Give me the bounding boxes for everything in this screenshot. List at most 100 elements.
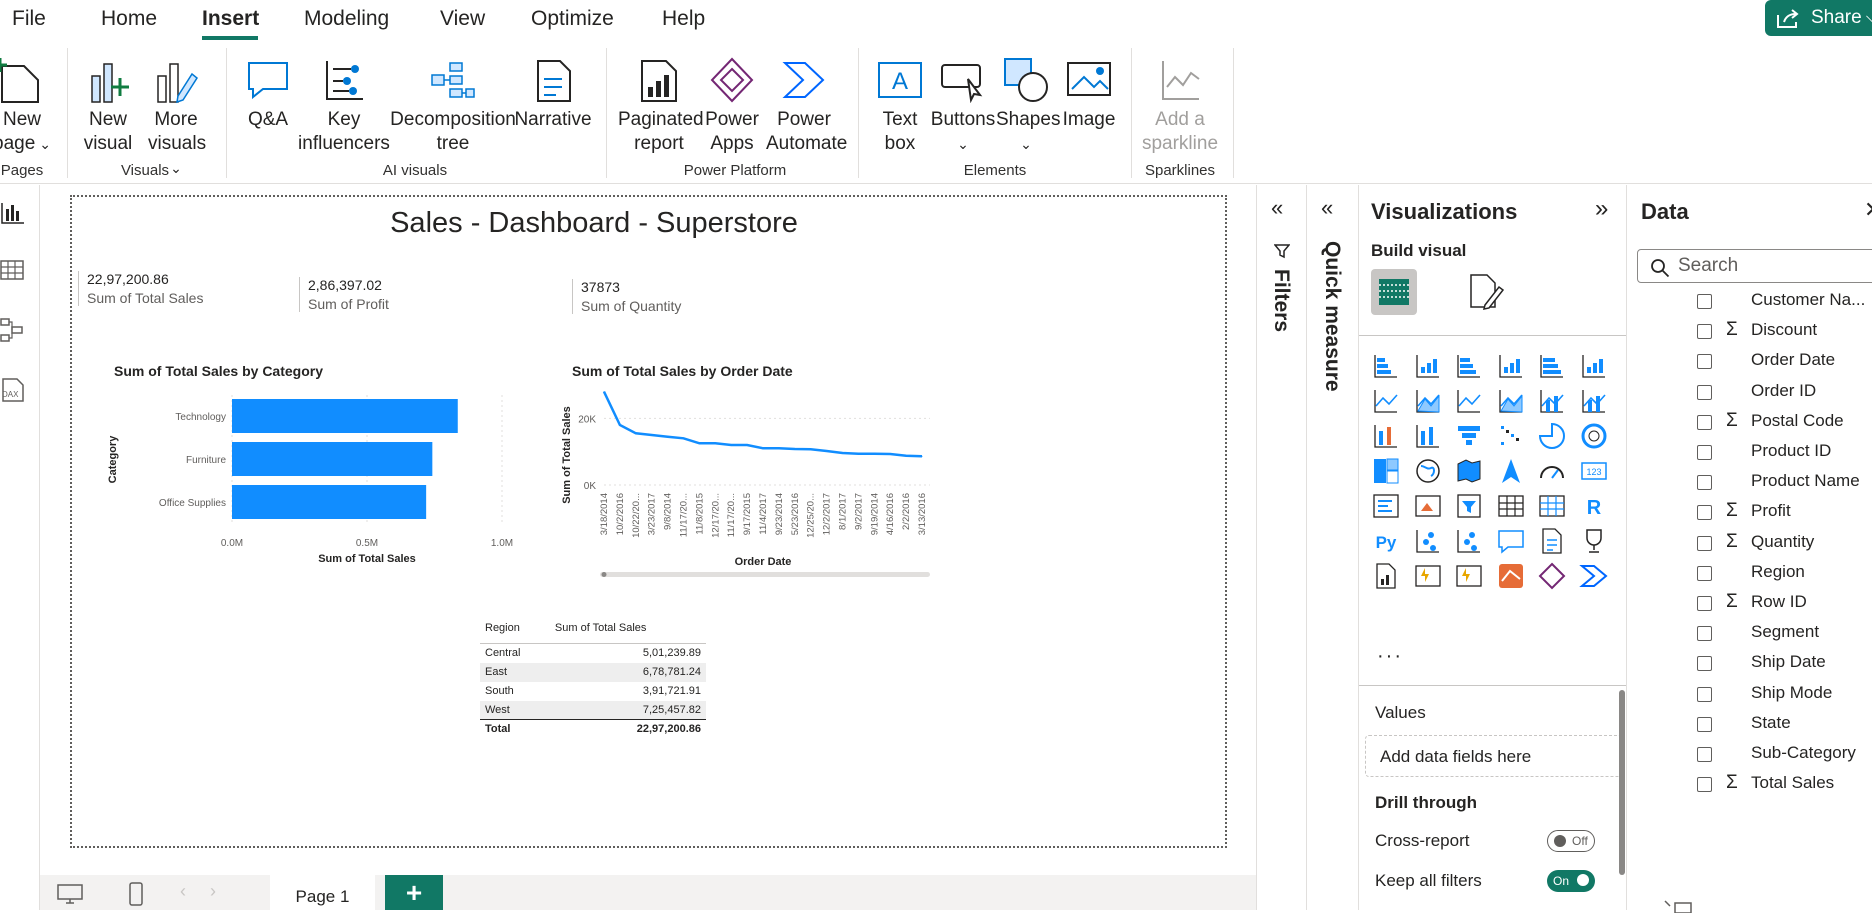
values-field-well[interactable]: Add data fields here bbox=[1365, 735, 1622, 777]
slicer-visual-icon[interactable] bbox=[1454, 491, 1484, 521]
paginated-visual-icon[interactable] bbox=[1371, 561, 1401, 591]
field-checkbox[interactable] bbox=[1697, 324, 1712, 340]
stacked-bar-visual-icon[interactable] bbox=[1371, 351, 1401, 381]
new-card-visual-icon[interactable] bbox=[1413, 561, 1443, 591]
qa-visual-icon[interactable] bbox=[1496, 526, 1526, 556]
arcgis-visual-icon[interactable] bbox=[1496, 561, 1526, 591]
table-view-icon[interactable] bbox=[0, 257, 26, 283]
field-row[interactable]: Σ Discount bbox=[1627, 316, 1872, 346]
buttons-button[interactable]: Buttons ⌄ bbox=[930, 52, 996, 156]
table-header-sales[interactable]: Sum of Total Sales bbox=[549, 617, 706, 644]
stacked-column-visual-icon[interactable] bbox=[1413, 351, 1443, 381]
model-view-icon[interactable] bbox=[0, 317, 26, 343]
100-bar-visual-icon[interactable] bbox=[1537, 351, 1567, 381]
key-influencers-button[interactable]: Key influencers bbox=[298, 52, 390, 156]
field-row[interactable]: Ship Mode bbox=[1627, 679, 1872, 709]
filters-pane-collapsed[interactable]: « Filters bbox=[1256, 185, 1306, 910]
narrative-visual-icon[interactable] bbox=[1537, 526, 1567, 556]
field-row[interactable]: Order Date bbox=[1627, 346, 1872, 376]
field-checkbox[interactable] bbox=[1697, 747, 1712, 762]
funnel-visual-icon[interactable] bbox=[1454, 421, 1484, 451]
map-visual-icon[interactable] bbox=[1413, 456, 1443, 486]
field-row[interactable]: Product ID bbox=[1627, 437, 1872, 467]
line-visual-icon[interactable] bbox=[1371, 386, 1401, 416]
field-checkbox[interactable] bbox=[1697, 294, 1712, 309]
field-checkbox[interactable] bbox=[1697, 686, 1712, 702]
field-checkbox[interactable] bbox=[1697, 596, 1712, 611]
area-visual-icon[interactable] bbox=[1413, 386, 1443, 416]
shapes-button[interactable]: Shapes ⌄ bbox=[996, 52, 1060, 156]
bar-chart[interactable]: 0.0M 0.5M 1.0M Technology Furniture Office Su… bbox=[102, 385, 522, 615]
close-icon[interactable]: ✕ bbox=[1864, 197, 1872, 223]
add-sparkline-button[interactable]: Add a sparkline bbox=[1140, 52, 1220, 156]
clustered-bar-visual-icon[interactable] bbox=[1454, 351, 1484, 381]
python-visual-icon[interactable]: Py bbox=[1371, 526, 1401, 556]
gauge-visual-icon[interactable] bbox=[1537, 456, 1567, 486]
more-visuals-dots[interactable]: ··· bbox=[1377, 645, 1403, 668]
ribbon-visual-icon[interactable] bbox=[1371, 421, 1401, 451]
field-row[interactable]: Σ Total Sales bbox=[1627, 769, 1872, 799]
menu-modeling[interactable]: Modeling bbox=[304, 7, 389, 31]
expand-filters-icon[interactable]: « bbox=[1271, 195, 1283, 221]
line-chart[interactable]: 0K 20K 3/18/2014 10/2/2016 10/22/20... 3/23/2… bbox=[562, 385, 1092, 613]
page-tab-page-1[interactable]: Page 1 bbox=[270, 875, 375, 910]
filled-map-visual-icon[interactable] bbox=[1454, 456, 1484, 486]
image-button[interactable]: Image bbox=[1060, 52, 1118, 132]
power-automate-visual-icon[interactable] bbox=[1578, 561, 1609, 591]
more-visuals-button[interactable]: More visuals ⌄ bbox=[148, 52, 206, 180]
field-checkbox[interactable] bbox=[1697, 445, 1712, 460]
dax-query-view-icon[interactable]: DAX bbox=[0, 377, 26, 403]
power-apps-visual-icon[interactable] bbox=[1537, 561, 1567, 591]
menu-help[interactable]: Help bbox=[662, 7, 705, 31]
field-checkbox[interactable] bbox=[1697, 354, 1712, 370]
matrix-visual-icon[interactable] bbox=[1537, 491, 1567, 521]
new-visual-button[interactable]: New visual bbox=[80, 52, 136, 156]
stacked-area-visual-icon[interactable] bbox=[1454, 386, 1484, 416]
waterfall-visual-icon[interactable] bbox=[1413, 421, 1443, 451]
format-visual-icon[interactable] bbox=[1465, 271, 1505, 311]
field-checkbox[interactable] bbox=[1697, 777, 1712, 793]
field-checkbox[interactable] bbox=[1697, 475, 1712, 491]
decomposition-tree-button[interactable]: Decomposition tree bbox=[390, 52, 516, 156]
field-row[interactable]: Sub-Category bbox=[1627, 739, 1872, 769]
narrative-button[interactable]: Narrative bbox=[514, 52, 592, 132]
field-row[interactable]: Σ Postal Code bbox=[1627, 407, 1872, 437]
field-row[interactable]: Customer Na... bbox=[1627, 286, 1872, 316]
menu-view[interactable]: View bbox=[440, 7, 485, 31]
r-script-visual-icon[interactable]: R bbox=[1579, 491, 1609, 521]
field-row[interactable]: State bbox=[1627, 709, 1872, 739]
desktop-view-icon[interactable] bbox=[56, 883, 84, 905]
chevron-left-icon[interactable]: ‹ bbox=[180, 881, 186, 902]
menu-insert[interactable]: Insert bbox=[202, 7, 259, 31]
region-matrix-table[interactable]: Region Sum of Total Sales Central 5,01,23… bbox=[480, 617, 706, 739]
menu-file[interactable]: File bbox=[12, 7, 46, 31]
field-checkbox[interactable] bbox=[1697, 565, 1712, 581]
share-button[interactable]: Share ⌵ bbox=[1765, 0, 1872, 36]
table-visual-icon[interactable] bbox=[1496, 491, 1526, 521]
keep-all-filters-toggle[interactable]: On bbox=[1547, 870, 1595, 892]
collapse-pane-icon[interactable]: » bbox=[1595, 195, 1608, 223]
key-influencers-visual-icon[interactable] bbox=[1413, 526, 1443, 556]
field-checkbox[interactable] bbox=[1697, 716, 1712, 732]
field-checkbox[interactable] bbox=[1697, 535, 1712, 551]
line-column-visual-icon[interactable] bbox=[1537, 386, 1567, 416]
field-row[interactable]: Product Name bbox=[1627, 467, 1872, 497]
field-row[interactable]: Σ Row ID bbox=[1627, 588, 1872, 618]
add-page-button[interactable]: + bbox=[385, 875, 443, 910]
quick-measure-pane-collapsed[interactable]: « Quick measure bbox=[1306, 185, 1358, 910]
table-header-region[interactable]: Region bbox=[480, 617, 550, 644]
kpi-visual-icon[interactable] bbox=[1413, 491, 1443, 521]
field-row[interactable]: Ship Date bbox=[1627, 648, 1872, 678]
kpi-card-quantity[interactable]: 37873 Sum of Quantity bbox=[572, 279, 681, 314]
power-automate-button[interactable]: Power Automate bbox=[766, 52, 847, 156]
new-page-button[interactable]: New page ⌄ bbox=[0, 52, 52, 156]
chevron-right-icon[interactable]: › bbox=[210, 881, 216, 902]
kpi-card-profit[interactable]: 2,86,397.02 Sum of Profit bbox=[299, 277, 389, 312]
report-view-icon[interactable] bbox=[0, 199, 26, 225]
field-checkbox[interactable] bbox=[1697, 384, 1712, 400]
new-slicer-visual-icon[interactable] bbox=[1454, 561, 1484, 591]
pie-visual-icon[interactable] bbox=[1537, 421, 1567, 451]
line-stacked-column-visual-icon[interactable] bbox=[1579, 386, 1609, 416]
goals-visual-icon[interactable] bbox=[1579, 526, 1609, 556]
menu-home[interactable]: Home bbox=[101, 7, 157, 31]
